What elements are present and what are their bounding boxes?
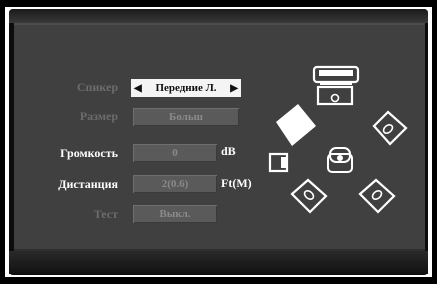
speaker-selector[interactable]: ◀ Передние Л. ▶ (131, 79, 241, 97)
test-value: Выкл. (159, 208, 191, 220)
distance-value: 2(0.6) (161, 178, 189, 190)
speaker-layout-diagram (268, 65, 408, 214)
size-label: Размер (79, 109, 118, 123)
surround-right-speaker-icon (358, 178, 396, 214)
speaker-label: Спикер (76, 80, 118, 94)
distance-field[interactable]: 2(0.6) (133, 175, 217, 193)
distance-unit: Ft(M) (221, 176, 252, 190)
speaker-value: Передние Л. (155, 82, 217, 94)
tv-icon (312, 65, 360, 85)
volume-field[interactable]: 0 (133, 144, 217, 162)
center-speaker-icon (316, 85, 354, 106)
arrow-right-icon[interactable]: ▶ (227, 83, 241, 94)
bottom-band (9, 251, 428, 274)
test-field[interactable]: Выкл. (133, 205, 217, 223)
volume-unit: dB (221, 144, 236, 158)
listener-icon (327, 147, 353, 173)
test-label: Тест (93, 207, 118, 221)
size-field[interactable]: Больш (133, 108, 239, 126)
subwoofer-icon (268, 152, 289, 173)
front-right-speaker-icon (372, 110, 408, 146)
arrow-left-icon[interactable]: ◀ (131, 83, 145, 94)
volume-value: 0 (172, 147, 178, 159)
setup-screen: Спикер ◀ Передние Л. ▶ Размер Больш Гром… (0, 0, 437, 284)
volume-label: Громкость (60, 146, 118, 160)
distance-label: Дистанция (58, 177, 118, 191)
size-value: Больш (169, 111, 203, 123)
surround-left-speaker-icon (290, 178, 328, 214)
front-left-speaker-icon (276, 104, 316, 146)
top-band (9, 9, 428, 23)
